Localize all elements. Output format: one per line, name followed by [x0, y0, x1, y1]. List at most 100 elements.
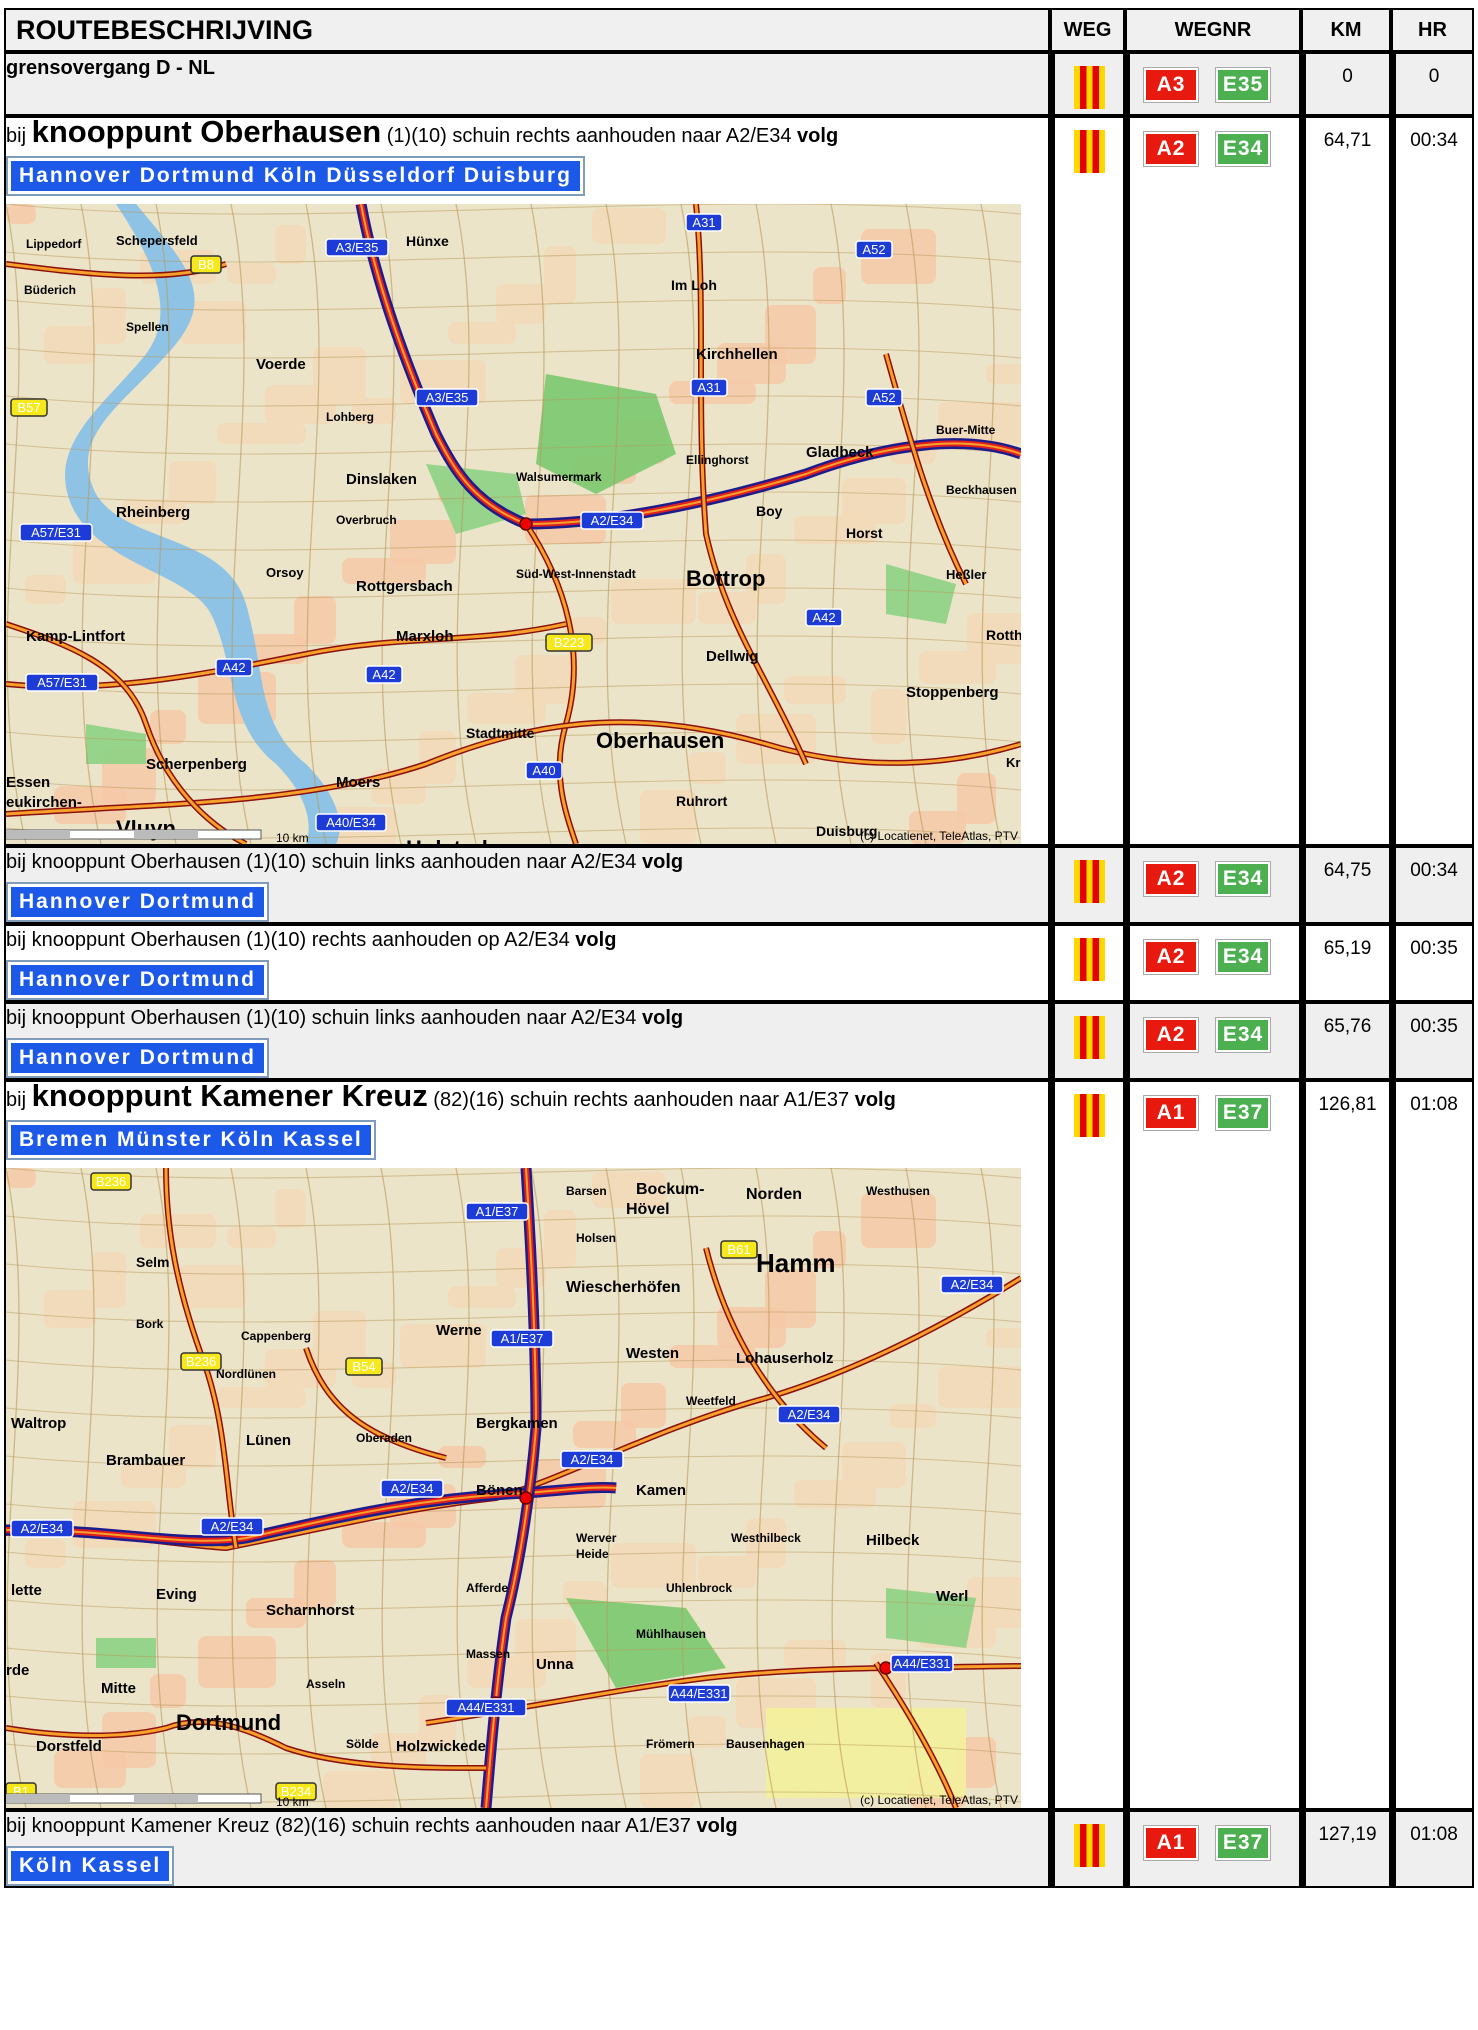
map-place-label: Massen [466, 1647, 510, 1661]
map-road-shield: B61 [720, 1240, 758, 1259]
map-place-label: Walsumermark [516, 470, 602, 484]
svg-text:A52: A52 [862, 242, 885, 257]
direction-sign: Köln Kassel [6, 1846, 175, 1886]
direction-sign: Hannover Dortmund [6, 882, 270, 922]
map-road-shield: A57/E31 [19, 523, 93, 542]
header-hours: HR [1391, 8, 1474, 52]
e-road-badge: E34 [1215, 131, 1271, 167]
route-step-row: grensovergang D - NL A3 E35 0 0 [4, 52, 1474, 116]
map-road-shield: B223 [545, 633, 593, 652]
motorway-flag-icon [1073, 860, 1105, 903]
map-place-label: Dortmund [176, 1710, 281, 1735]
map-place-label: Dorstfeld [36, 1738, 102, 1755]
route-map-svg: Barsen Bockum- Hövel Norden Westhusen Selm Hol… [6, 1168, 1021, 1808]
map-road-shield: A2/E34 [200, 1517, 264, 1536]
interchange-refs: (1)(10) [381, 125, 447, 147]
km-cell: 127,19 [1301, 1810, 1391, 1888]
map-place-label: Süd-West-Innenstadt [516, 567, 636, 581]
svg-text:B223: B223 [554, 635, 584, 650]
e-road-badge: E34 [1215, 939, 1271, 975]
a-road-badge: A3 [1143, 67, 1199, 103]
map-road-shield: A42 [215, 658, 253, 677]
svg-text:B236: B236 [96, 1174, 126, 1189]
map-place-label: Mitte [101, 1680, 136, 1697]
svg-text:A2/E34: A2/E34 [211, 1519, 254, 1534]
map-place-label: Holsen [576, 1231, 616, 1245]
map-place-label: Voerde [256, 356, 306, 373]
map-place-label: Scharnhorst [266, 1602, 354, 1619]
map-place-label: Dinslaken [346, 471, 417, 488]
a-road-badge: A2 [1143, 861, 1199, 897]
km-cell: 0 [1301, 52, 1391, 116]
follow-label: volg [642, 1007, 684, 1029]
step-instruction: bij knooppunt Oberhausen (1)(10) schuin … [6, 116, 1048, 150]
map-road-shield: A3/E35 [325, 238, 389, 257]
map-place-label: Afferde [466, 1581, 508, 1595]
motorway-flag-icon [1073, 66, 1105, 109]
road-number-cell: A2 E34 [1125, 846, 1301, 924]
route-table: ROUTEBESCHRIJVING WEG WEGNR KM HR grenso… [4, 8, 1474, 1888]
road-type-cell [1050, 52, 1125, 116]
map-place-label: Mühlhausen [636, 1627, 706, 1641]
svg-text:A31: A31 [692, 215, 715, 230]
route-map-svg: Schepersfeld Lippedorf Hünxe Büderich Spelle… [6, 204, 1021, 844]
svg-text:A2/E34: A2/E34 [591, 513, 634, 528]
svg-text:A44/E331: A44/E331 [670, 1686, 727, 1701]
step-description: bij knooppunt Oberhausen (1)(10) schuin … [4, 846, 1050, 924]
map-place-label: Stadtmitte [466, 725, 535, 741]
svg-text:A42: A42 [812, 610, 835, 625]
map-place-label: Lippedorf [26, 237, 82, 251]
map-place-label: Hünxe [406, 233, 449, 249]
header-road-number: WEGNR [1125, 8, 1301, 52]
instruction-text: bij knooppunt Kamener Kreuz (82)(16) sch… [6, 1815, 697, 1837]
road-number-cell: A2 E34 [1125, 924, 1301, 1002]
map-place-label: Stoppenberg [906, 684, 999, 701]
a-road-badge: A1 [1143, 1825, 1199, 1861]
motorway-flag-icon [1073, 1016, 1105, 1059]
route-map: Barsen Bockum- Hövel Norden Westhusen Selm Hol… [6, 1168, 1021, 1808]
map-place-label: Lohauserholz [736, 1350, 834, 1367]
interchange-refs: (82)(16) [427, 1089, 505, 1111]
direction-sign: Hannover Dortmund [6, 960, 270, 1000]
follow-label: volg [854, 1089, 896, 1111]
svg-text:A2/E34: A2/E34 [571, 1452, 614, 1467]
map-road-shield: A2/E34 [940, 1275, 1004, 1294]
step-description: bij knooppunt Oberhausen (1)(10) rechts … [4, 924, 1050, 1002]
route-step-row: bij knooppunt Oberhausen (1)(10) rechts … [4, 924, 1474, 1002]
svg-text:A57/E31: A57/E31 [37, 675, 87, 690]
map-place-label: Hövel [626, 1201, 670, 1218]
map-road-shield: A42 [365, 665, 403, 684]
map-place-label: Heßler [946, 567, 986, 582]
road-number-cell: A2 E34 [1125, 116, 1301, 846]
map-place-label: Asseln [306, 1677, 345, 1691]
a-road-badge: A2 [1143, 1017, 1199, 1053]
map-road-shield: A1/E37 [465, 1202, 529, 1221]
km-cell: 65,19 [1301, 924, 1391, 1002]
e-road-badge: E37 [1215, 1095, 1271, 1131]
svg-text:B61: B61 [727, 1242, 750, 1257]
road-type-cell [1050, 1002, 1125, 1080]
map-place-label: Werl [936, 1588, 968, 1605]
step-description: bij knooppunt Kamener Kreuz (82)(16) sch… [4, 1080, 1050, 1810]
svg-text:A57/E31: A57/E31 [31, 525, 81, 540]
map-place-label: Lohberg [326, 410, 374, 424]
map-road-shield: A44/E331 [445, 1698, 527, 1717]
route-step-row: bij knooppunt Oberhausen (1)(10) schuin … [4, 1002, 1474, 1080]
map-place-label: Oberaden [356, 1431, 412, 1445]
map-place-label: Kray [1006, 755, 1021, 770]
map-road-shield: B57 [10, 398, 48, 417]
map-place-label: Bönen [476, 1482, 523, 1499]
map-place-label: Kamp-Lintfort [26, 628, 125, 645]
svg-text:A44/E331: A44/E331 [457, 1700, 514, 1715]
map-road-shield: A31 [685, 213, 723, 232]
map-place-label: Orsoy [266, 565, 304, 580]
map-place-label: Bork [136, 1317, 164, 1331]
instruction-prefix: bij [6, 125, 32, 147]
follow-label: volg [797, 125, 839, 147]
e-road-badge: E35 [1215, 67, 1271, 103]
header-road: WEG [1050, 8, 1125, 52]
map-road-shield: A1/E37 [490, 1329, 554, 1348]
map-place-label: Brambauer [106, 1452, 185, 1469]
follow-label: volg [696, 1815, 738, 1837]
a-road-badge: A2 [1143, 131, 1199, 167]
